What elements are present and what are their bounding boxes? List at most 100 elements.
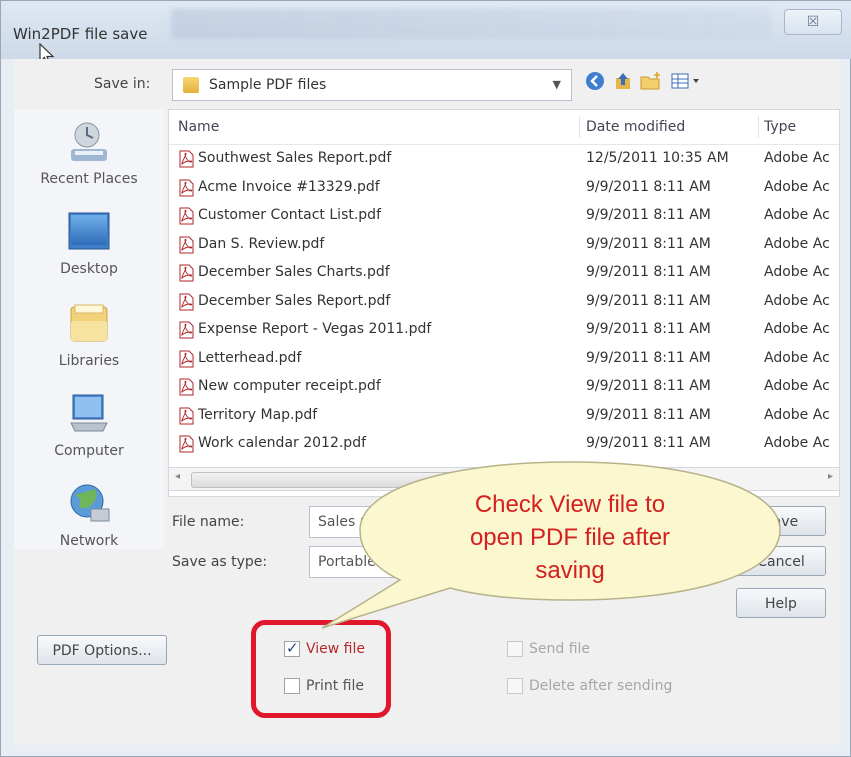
pdf-file-icon <box>179 407 194 424</box>
place-network[interactable]: Network <box>14 481 164 549</box>
pdf-options-button[interactable]: PDF Options... <box>37 635 167 665</box>
file-row[interactable]: New computer receipt.pdf 9/9/2011 8:11 AM… <box>169 373 839 401</box>
send-file-checkbox[interactable]: Send file <box>507 641 590 657</box>
file-name: Letterhead.pdf <box>198 349 302 366</box>
file-type: Adobe Ac <box>764 321 830 337</box>
file-row[interactable]: December Sales Charts.pdf 9/9/2011 8:11 A… <box>169 259 839 287</box>
pdf-file-icon <box>179 378 194 396</box>
pdf-file-icon <box>179 321 194 339</box>
pdf-file-icon <box>179 264 194 282</box>
file-date-modified: 9/9/2011 8:11 AM <box>586 349 711 366</box>
close-button[interactable]: ☒ <box>784 9 842 35</box>
file-type: Adobe Ac <box>764 378 830 394</box>
file-type: Adobe Ac <box>764 406 830 423</box>
file-type: Adobe Ac <box>764 235 830 252</box>
file-name: December Sales Report.pdf <box>198 292 391 309</box>
save-in-dropdown[interactable]: Sample PDF files ▼ <box>172 69 572 101</box>
new-folder-icon[interactable] <box>640 71 662 93</box>
callout-line: open PDF file after <box>469 524 671 551</box>
callout-text: Check View file to open PDF file after s… <box>390 488 750 587</box>
scroll-left-icon[interactable]: ◂ <box>175 471 180 482</box>
place-recent-places[interactable]: Recent Places <box>14 119 164 187</box>
file-date-modified: 9/9/2011 8:11 AM <box>586 435 711 451</box>
callout-line: Check View file to <box>474 491 666 518</box>
title-bar[interactable]: Win2PDF file save ☒ <box>1 1 851 59</box>
checkbox-icon[interactable] <box>507 641 523 657</box>
file-list-header: Name Date modified Type <box>169 110 839 145</box>
file-date-modified: 9/9/2011 8:11 AM <box>586 378 711 394</box>
place-label: Recent Places <box>40 171 138 187</box>
column-header-date-modified[interactable]: Date modified <box>586 119 685 135</box>
scroll-right-icon[interactable]: ▸ <box>828 471 833 482</box>
column-divider[interactable] <box>758 116 759 138</box>
pdf-file-icon <box>179 435 194 453</box>
back-icon[interactable] <box>584 71 606 93</box>
view-file-highlight <box>251 620 391 718</box>
file-name: Southwest Sales Report.pdf <box>198 150 392 166</box>
file-name: Expense Report - Vegas 2011.pdf <box>198 321 432 337</box>
delete-after-sending-label: Delete after sending <box>529 678 673 694</box>
file-type: Adobe Ac <box>764 150 830 166</box>
file-row[interactable]: Territory Map.pdf 9/9/2011 8:11 AM Adobe A… <box>169 402 839 430</box>
computer-icon <box>70 394 108 432</box>
recent-places-icon <box>71 122 107 161</box>
file-name: Territory Map.pdf <box>198 406 318 423</box>
file-type: Adobe Ac <box>764 178 830 195</box>
place-label: Network <box>59 533 119 549</box>
place-label: Computer <box>54 443 124 459</box>
file-type: Adobe Ac <box>764 292 830 309</box>
place-computer[interactable]: Computer <box>14 391 164 459</box>
column-header-name[interactable]: Name <box>178 119 219 135</box>
delete-after-sending-checkbox[interactable]: Delete after sending <box>507 678 672 694</box>
file-name-label: File name: <box>172 514 245 530</box>
file-type: Adobe Ac <box>764 264 830 280</box>
place-desktop[interactable]: Desktop <box>14 209 164 277</box>
pdf-file-icon <box>179 350 194 367</box>
file-name: Dan S. Review.pdf <box>198 235 325 252</box>
save-in-value: Sample PDF files <box>209 77 327 93</box>
place-libraries[interactable]: Libraries <box>14 301 164 369</box>
callout-line: saving <box>535 557 605 584</box>
file-row[interactable]: Expense Report - Vegas 2011.pdf 9/9/2011 … <box>169 316 839 344</box>
pdf-file-icon <box>179 150 194 168</box>
file-date-modified: 9/9/2011 8:11 AM <box>586 264 711 280</box>
libraries-icon <box>70 304 108 342</box>
file-name: New computer receipt.pdf <box>198 378 381 394</box>
view-menu-icon[interactable] <box>670 71 704 93</box>
file-date-modified: 12/5/2011 10:35 AM <box>586 150 729 166</box>
file-name: December Sales Charts.pdf <box>198 264 390 280</box>
chevron-down-icon: ▼ <box>552 78 561 91</box>
file-row[interactable]: Dan S. Review.pdf 9/9/2011 8:11 AM Adobe A… <box>169 231 839 259</box>
file-name: Acme Invoice #13329.pdf <box>198 178 380 195</box>
file-date-modified: 9/9/2011 8:11 AM <box>586 321 711 337</box>
file-row[interactable]: Letterhead.pdf 9/9/2011 8:11 AM Adobe Ac <box>169 345 839 373</box>
file-type: Adobe Ac <box>764 435 830 451</box>
dialog-body: Save in: Sample PDF files ▼ Recent Place… <box>14 59 840 745</box>
file-row[interactable]: Acme Invoice #13329.pdf 9/9/2011 8:11 AM A… <box>169 174 839 202</box>
file-date-modified: 9/9/2011 8:11 AM <box>586 292 711 309</box>
save-in-label: Save in: <box>94 76 151 92</box>
file-name: Customer Contact List.pdf <box>198 207 381 223</box>
file-row[interactable]: December Sales Report.pdf 9/9/2011 8:11 A… <box>169 288 839 316</box>
help-button[interactable]: Help <box>736 588 826 618</box>
file-row[interactable]: Southwest Sales Report.pdf 12/5/2011 10:3… <box>169 145 839 173</box>
pdf-file-icon <box>179 293 194 310</box>
save-as-type-label: Save as type: <box>172 554 268 570</box>
file-row[interactable]: Customer Contact List.pdf 9/9/2011 8:11 A… <box>169 202 839 230</box>
checkbox-icon[interactable] <box>507 678 523 694</box>
file-type: Adobe Ac <box>764 207 830 223</box>
pdf-file-icon <box>179 179 194 196</box>
pdf-file-icon <box>179 207 194 225</box>
scrollbar-thumb[interactable] <box>191 472 553 488</box>
pdf-file-icon <box>179 236 194 253</box>
file-date-modified: 9/9/2011 8:11 AM <box>586 406 711 423</box>
file-date-modified: 9/9/2011 8:11 AM <box>586 178 711 195</box>
file-type: Adobe Ac <box>764 349 830 366</box>
file-save-dialog: Win2PDF file save ☒ Save in: Sample PDF … <box>0 0 851 757</box>
column-header-type[interactable]: Type <box>764 119 796 135</box>
up-folder-icon[interactable] <box>612 71 634 93</box>
column-divider[interactable] <box>579 116 580 138</box>
folder-icon <box>183 77 199 93</box>
places-bar: Recent Places Desktop Libraries Computer… <box>14 109 164 549</box>
file-row[interactable]: Work calendar 2012.pdf 9/9/2011 8:11 AM Ad… <box>169 430 839 458</box>
